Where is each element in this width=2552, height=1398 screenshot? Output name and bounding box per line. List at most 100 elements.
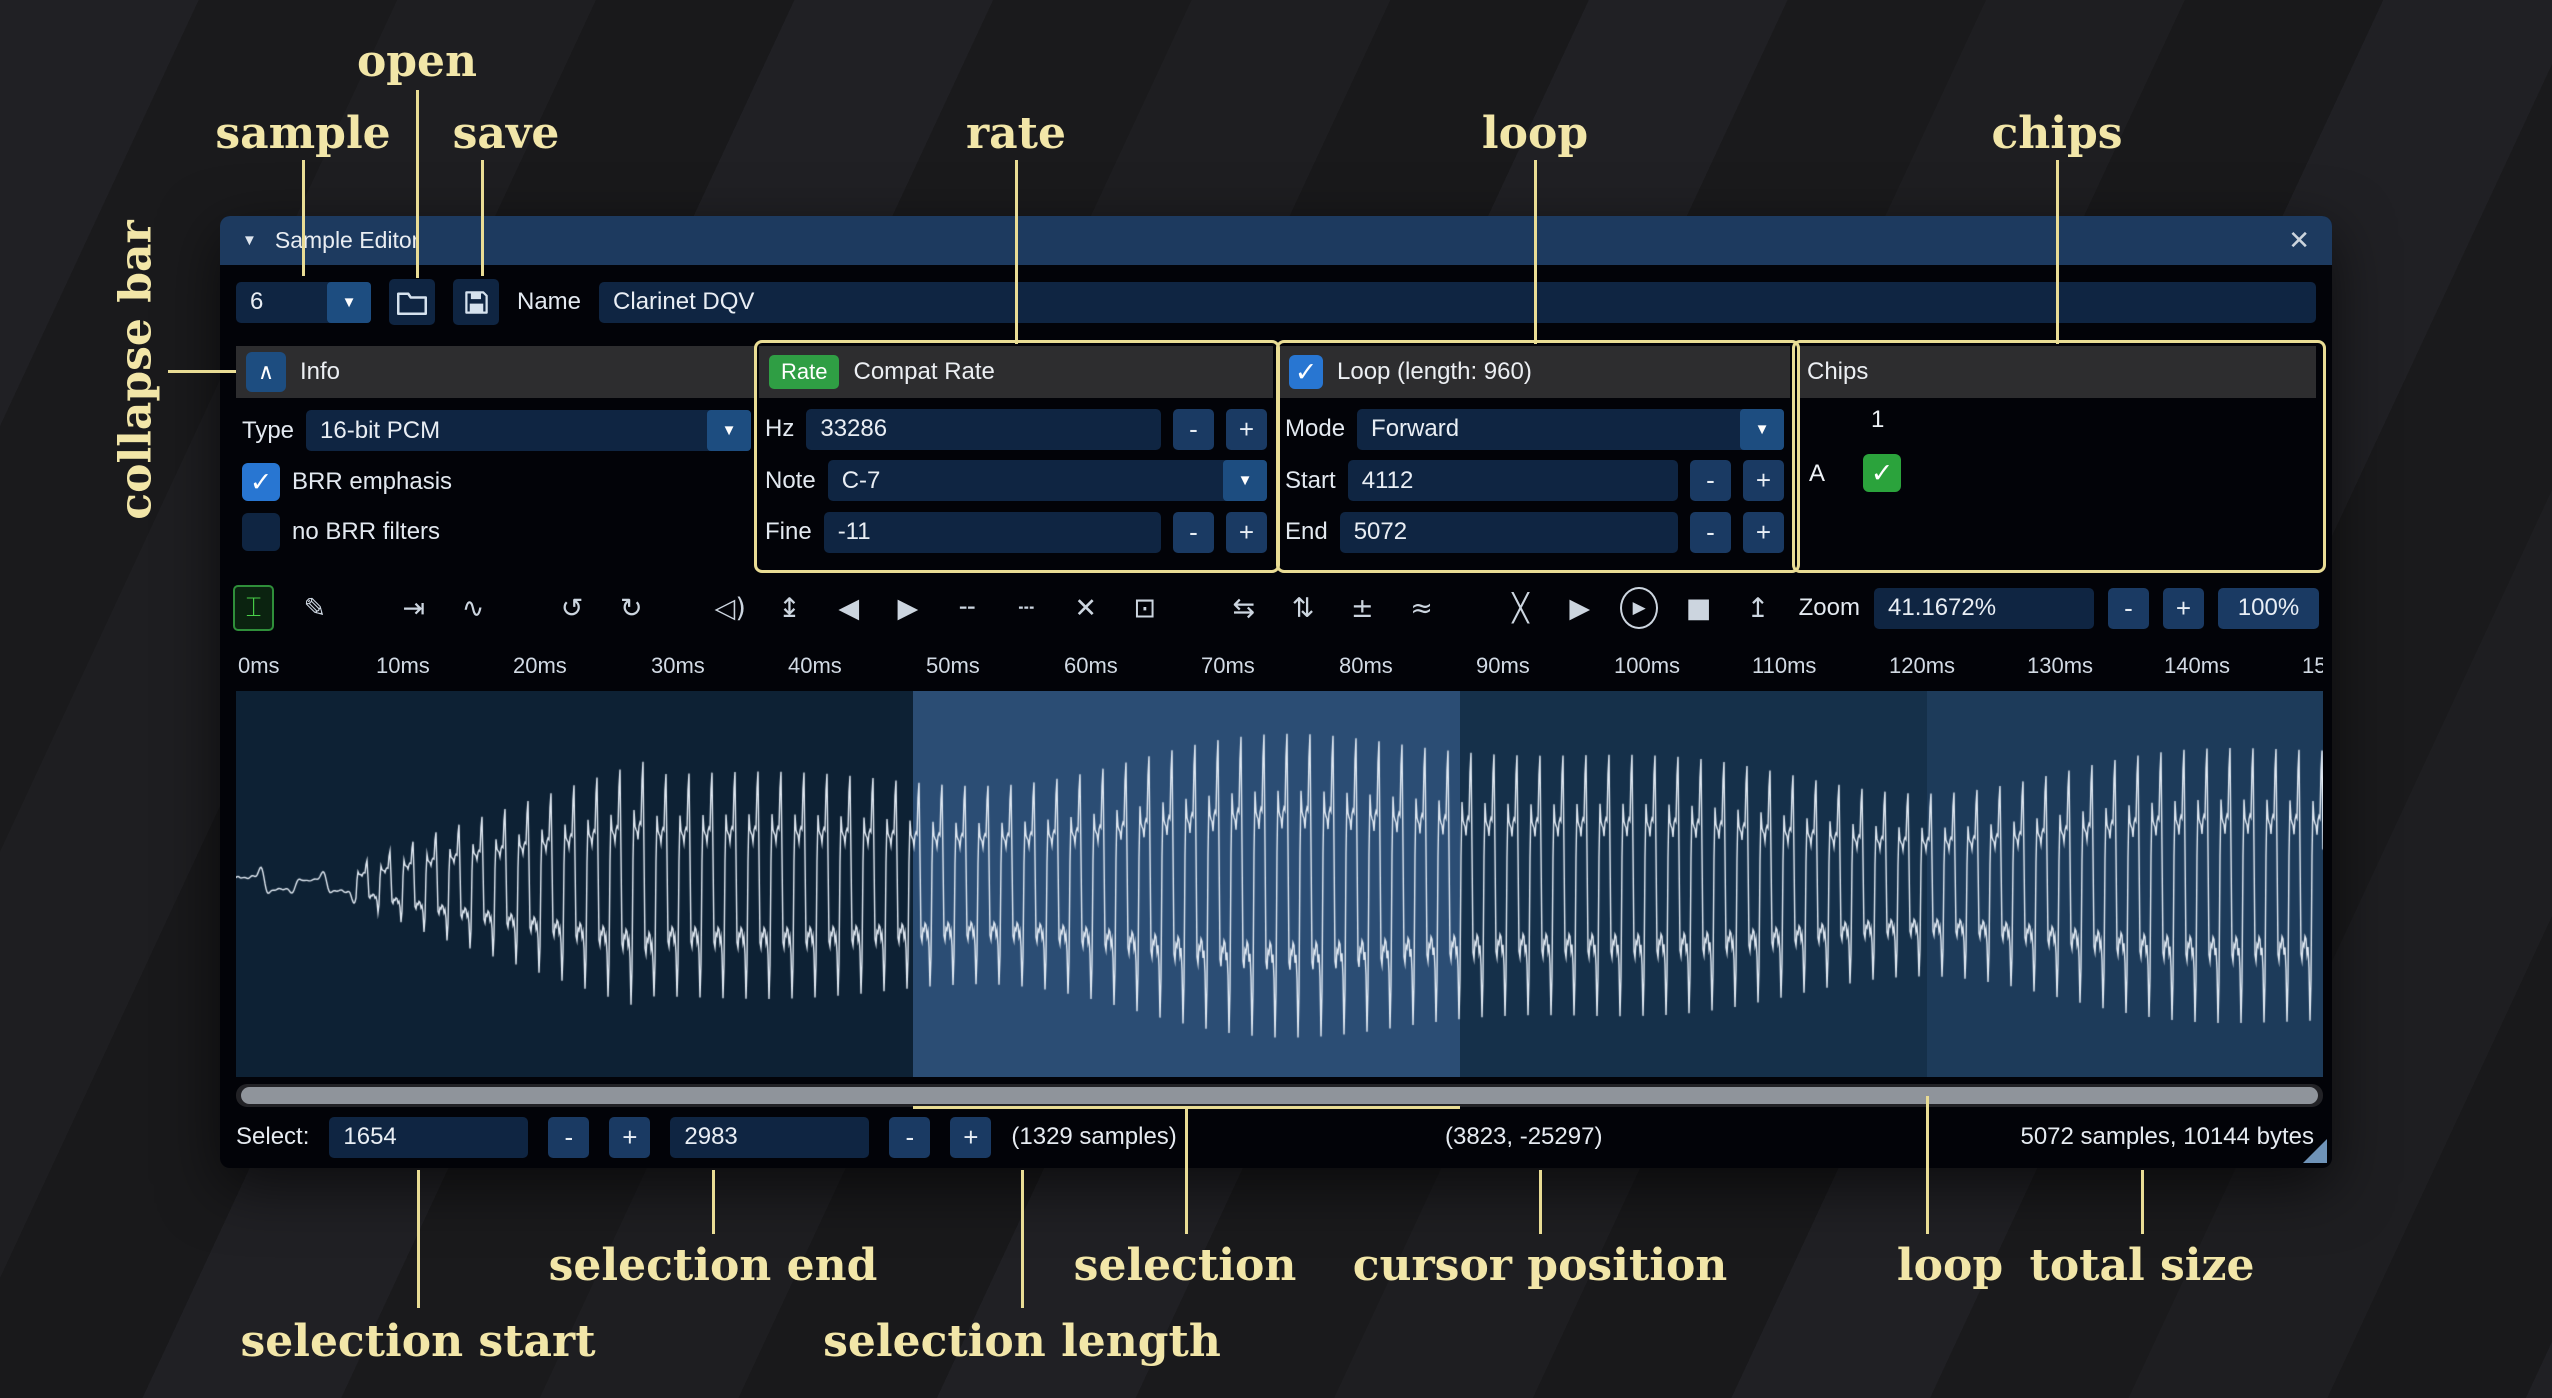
crossfade-icon[interactable]: ╳ (1502, 587, 1539, 629)
annotation-line-loop-bottom (1926, 1096, 1929, 1234)
invert-icon[interactable]: ⇅ (1284, 587, 1321, 629)
resample-icon[interactable]: ∿ (454, 587, 491, 629)
loop-end-minus-button[interactable]: - (1690, 512, 1731, 553)
chip-enable-checkbox[interactable]: ✓ (1863, 454, 1901, 492)
loop-start-label: Start (1285, 467, 1336, 495)
normalize-icon[interactable]: ↨ (771, 587, 808, 629)
annotation-line-selection (1185, 1106, 1188, 1234)
chevron-down-icon[interactable]: ▼ (707, 410, 751, 451)
annotation-cursor-position: cursor position (1353, 1240, 1728, 1291)
ruler-label: 70ms (1201, 653, 1255, 679)
stop-icon[interactable]: ■ (1680, 587, 1717, 629)
upload-icon[interactable]: ↥ (1739, 587, 1776, 629)
zoom-plus-button[interactable]: + (2163, 588, 2204, 629)
rate-badge: Rate (769, 355, 839, 389)
hz-input[interactable]: 33286 (806, 409, 1161, 450)
chevron-down-icon[interactable]: ▼ (1223, 460, 1267, 501)
type-select[interactable]: 16-bit PCM ▼ (306, 410, 751, 451)
selection-start-plus-button[interactable]: + (609, 1117, 650, 1158)
ruler-label: 60ms (1064, 653, 1118, 679)
rate-section: Rate Compat Rate Hz 33286 - + Note C-7 ▼… (759, 346, 1273, 563)
redo-icon[interactable]: ↻ (613, 587, 650, 629)
delete-icon[interactable]: ✕ (1067, 587, 1104, 629)
save-button[interactable] (453, 279, 499, 325)
hz-plus-button[interactable]: + (1226, 409, 1267, 450)
loop-start-plus-button[interactable]: + (1743, 460, 1784, 501)
loop-mode-select[interactable]: Forward ▼ (1357, 409, 1784, 450)
ruler-label: 40ms (788, 653, 842, 679)
insert-silence-icon[interactable]: ╌ (949, 587, 986, 629)
type-label: Type (242, 417, 294, 445)
annotation-line-open (416, 90, 419, 278)
hz-minus-button[interactable]: - (1173, 409, 1214, 450)
annotation-selection-end: selection end (549, 1240, 878, 1291)
resize-icon[interactable]: ⇥ (395, 587, 432, 629)
sample-editor-window: ▼ Sample Editor ✕ 6 ▼ Name Clarinet DQV … (220, 216, 2332, 1168)
total-size-text: 5072 samples, 10144 bytes (2020, 1123, 2314, 1151)
undo-icon[interactable]: ↺ (553, 587, 590, 629)
collapse-bar-button[interactable]: ∧ (246, 352, 286, 392)
selection-start-minus-button[interactable]: - (548, 1117, 589, 1158)
preview-icon[interactable]: ▶ (1561, 587, 1598, 629)
preview-loop-icon[interactable]: ▶ (1620, 587, 1658, 629)
filter-icon[interactable]: ≈ (1403, 587, 1440, 629)
annotation-line-sample (302, 160, 305, 276)
fine-input[interactable]: -11 (824, 512, 1161, 553)
select-label: Select: (236, 1123, 309, 1151)
save-icon (463, 289, 490, 316)
waveform-canvas[interactable] (236, 691, 2323, 1077)
ruler-label: 150ms (2302, 653, 2323, 679)
annotation-total-size: total size (2029, 1240, 2254, 1291)
fine-plus-button[interactable]: + (1226, 512, 1267, 553)
rate-header-bar: Rate Compat Rate (759, 346, 1273, 398)
annotation-line-save (481, 160, 484, 276)
annotation-line-selection-start (417, 1170, 420, 1308)
horizontal-scrollbar[interactable] (236, 1084, 2323, 1107)
no-brr-filters-checkbox[interactable] (242, 513, 280, 551)
note-label: Note (765, 467, 816, 495)
amplify-icon[interactable]: ◁) (712, 587, 749, 629)
brr-emphasis-checkbox[interactable]: ✓ (242, 463, 280, 501)
chevron-down-icon[interactable]: ▼ (1740, 409, 1784, 450)
selection-start-input[interactable]: 1654 (329, 1117, 528, 1158)
selection-end-plus-button[interactable]: + (950, 1117, 991, 1158)
reverse-icon[interactable]: ⇆ (1225, 587, 1262, 629)
sign-flip-icon[interactable]: ± (1344, 587, 1381, 629)
zoom-input[interactable]: 41.1672% (1874, 588, 2094, 629)
selection-end-input[interactable]: 2983 (670, 1117, 869, 1158)
annotation-line-total-size (2141, 1170, 2144, 1234)
window-collapse-icon[interactable]: ▼ (242, 232, 257, 249)
loop-enable-checkbox[interactable]: ✓ (1289, 355, 1323, 389)
annotation-selection: selection (1074, 1240, 1297, 1291)
fine-minus-button[interactable]: - (1173, 512, 1214, 553)
selection-end-minus-button[interactable]: - (889, 1117, 930, 1158)
scrollbar-thumb[interactable] (241, 1087, 2318, 1104)
loop-start-minus-button[interactable]: - (1690, 460, 1731, 501)
fade-out-icon[interactable]: ▶ (889, 587, 926, 629)
open-button[interactable] (389, 279, 435, 325)
draw-icon[interactable]: ✎ (296, 587, 333, 629)
note-select[interactable]: C-7 ▼ (828, 460, 1267, 501)
annotation-line-selection-end (712, 1170, 715, 1234)
loop-start-input[interactable]: 4112 (1348, 460, 1678, 501)
selection-length-text: (1329 samples) (1011, 1123, 1176, 1151)
zoom-minus-button[interactable]: - (2108, 588, 2149, 629)
ruler-label: 0ms (238, 653, 280, 679)
zoom-reset-button[interactable]: 100% (2218, 588, 2319, 629)
apply-silence-icon[interactable]: ┄ (1008, 587, 1045, 629)
close-icon[interactable]: ✕ (2288, 225, 2310, 256)
waveform-view (236, 691, 2323, 1077)
annotation-line-selection-length (1021, 1170, 1024, 1308)
loop-end-plus-button[interactable]: + (1743, 512, 1784, 553)
resize-grip[interactable] (2303, 1139, 2327, 1163)
annotation-selection-length: selection length (823, 1316, 1221, 1367)
time-ruler[interactable]: 0ms 10ms 20ms 30ms 40ms 50ms 60ms 70ms 8… (236, 647, 2323, 686)
fade-in-icon[interactable]: ◀ (830, 587, 867, 629)
loop-end-input[interactable]: 5072 (1340, 512, 1678, 553)
annotation-line-rate (1015, 160, 1018, 344)
trim-icon[interactable]: ⊡ (1126, 587, 1163, 629)
select-icon[interactable]: ⌶ (233, 585, 274, 631)
zoom-label: Zoom (1799, 594, 1860, 622)
sample-select[interactable]: 6 ▼ (236, 282, 371, 323)
chevron-down-icon[interactable]: ▼ (327, 282, 371, 323)
